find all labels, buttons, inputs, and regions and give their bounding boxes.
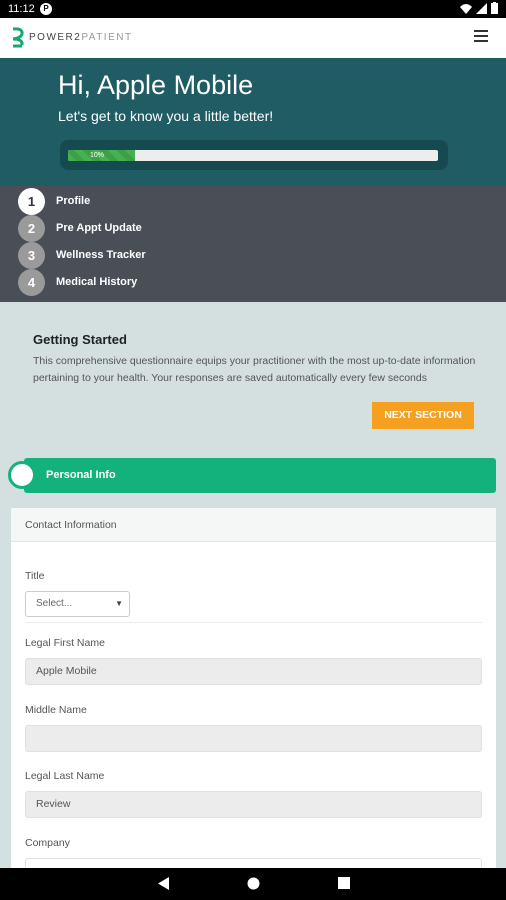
- brand-name-strong: POWER2: [29, 31, 82, 43]
- hamburger-menu-icon[interactable]: [474, 30, 488, 42]
- title-select-value: Select...: [36, 598, 73, 609]
- notification-badge-icon: P: [40, 3, 52, 15]
- brand-name: POWER2PATIENT: [29, 32, 133, 43]
- personal-info-section-header[interactable]: Personal Info: [24, 458, 496, 493]
- first-name-input[interactable]: Apple Mobile: [25, 658, 482, 685]
- title-select[interactable]: Select... ▼: [25, 591, 130, 617]
- back-icon[interactable]: [158, 877, 170, 890]
- getting-started-title: Getting Started: [33, 332, 127, 347]
- step-label: Profile: [56, 195, 91, 207]
- progress-fill: 10%: [68, 150, 135, 161]
- contact-information-card: Contact Information Title Select... ▼ Le…: [11, 508, 496, 868]
- divider: [25, 622, 482, 623]
- progress-panel: 10%: [60, 140, 448, 170]
- system-navigation-bar: [0, 868, 506, 900]
- clock: 11:12: [8, 3, 35, 15]
- next-section-button[interactable]: NEXT SECTION: [372, 402, 474, 429]
- middle-name-input[interactable]: [25, 725, 482, 752]
- getting-started-panel: Getting Started This comprehensive quest…: [33, 332, 481, 387]
- brand-logo[interactable]: POWER2PATIENT: [10, 26, 133, 48]
- first-name-label: Legal First Name: [25, 637, 105, 649]
- last-name-input[interactable]: Review: [25, 791, 482, 818]
- step-number: 4: [18, 268, 45, 296]
- last-name-field: Legal Last Name Review: [25, 770, 482, 818]
- step-label: Wellness Tracker: [56, 249, 146, 261]
- middle-name-field: Middle Name: [25, 704, 482, 752]
- app-bar: POWER2PATIENT: [0, 18, 506, 58]
- getting-started-description: This comprehensive questionnaire equips …: [33, 355, 476, 384]
- step-number: 3: [18, 241, 45, 269]
- brand-name-light: PATIENT: [81, 31, 133, 43]
- chevron-down-icon: ▼: [115, 599, 123, 608]
- middle-name-label: Middle Name: [25, 704, 87, 716]
- step-wellness-tracker[interactable]: 3 Wellness Tracker: [18, 241, 146, 269]
- status-bar: 11:12 P: [0, 0, 506, 18]
- title-label: Title: [25, 570, 45, 582]
- battery-icon: [491, 2, 498, 14]
- wifi-icon: [460, 3, 472, 14]
- company-field: Company: [25, 837, 482, 868]
- step-number: 2: [18, 214, 45, 242]
- recents-icon[interactable]: [338, 877, 350, 889]
- card-header: Contact Information: [11, 508, 496, 542]
- logo-mark-icon: [12, 27, 24, 48]
- greeting-title: Hi, Apple Mobile: [58, 70, 254, 100]
- company-input[interactable]: [25, 858, 482, 868]
- welcome-banner: Hi, Apple Mobile Let's get to know you a…: [0, 58, 506, 186]
- first-name-field: Legal First Name Apple Mobile: [25, 637, 482, 685]
- step-number: 1: [18, 187, 45, 215]
- greeting-subtitle: Let's get to know you a little better!: [58, 108, 274, 124]
- home-icon[interactable]: [247, 877, 260, 890]
- system-icons: [460, 2, 498, 14]
- progress-bar: 10%: [68, 150, 438, 161]
- step-medical-history[interactable]: 4 Medical History: [18, 268, 138, 296]
- company-label: Company: [25, 837, 70, 849]
- step-list: 1 Profile 2 Pre Appt Update 3 Wellness T…: [0, 186, 506, 302]
- step-label: Medical History: [56, 276, 138, 288]
- title-field: Title Select... ▼: [25, 570, 130, 617]
- step-pre-appt-update[interactable]: 2 Pre Appt Update: [18, 214, 142, 242]
- step-label: Pre Appt Update: [56, 222, 142, 234]
- step-profile[interactable]: 1 Profile: [18, 187, 91, 215]
- last-name-label: Legal Last Name: [25, 770, 105, 782]
- signal-icon: [476, 2, 487, 14]
- section-toggle-icon[interactable]: [8, 461, 36, 489]
